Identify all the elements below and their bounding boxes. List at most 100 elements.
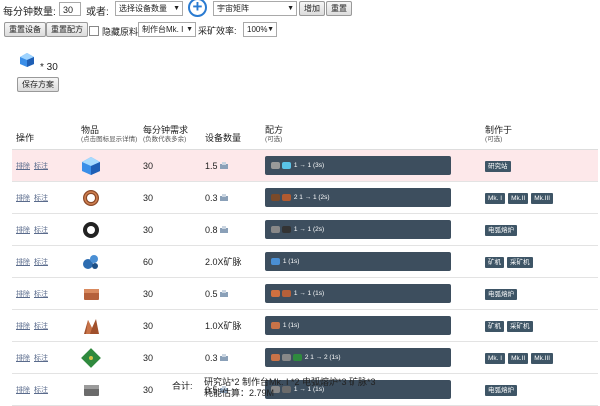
recipe-cell: 2 1 → 2 (1s) [261, 341, 481, 374]
remove-link[interactable]: 排除 [16, 163, 30, 170]
demand-cell: 30 [139, 181, 201, 214]
device-count-cell: 0.3 [201, 181, 261, 214]
count-header: 设备数量 [201, 106, 261, 150]
mark-link[interactable]: 标注 [34, 323, 48, 330]
item-cell [77, 245, 139, 278]
demand-cell: 30 [139, 149, 201, 182]
mark-link[interactable]: 标注 [34, 355, 48, 362]
chevron-down-icon: ▼ [186, 26, 193, 33]
reset-button[interactable]: 重置 [326, 1, 352, 16]
remove-link[interactable]: 排除 [16, 387, 30, 394]
remove-link[interactable]: 排除 [16, 355, 30, 362]
item-cell [77, 373, 139, 406]
iron-icon[interactable] [81, 380, 101, 400]
remove-link[interactable]: 排除 [16, 323, 30, 330]
mark-link[interactable]: 标注 [34, 163, 48, 170]
made-in-cell: 电弧熔炉 [481, 373, 598, 406]
table-row: 排除 标注 30 0.5 1 → 1 (1s) 电弧熔炉 [12, 277, 598, 310]
op-cell: 排除 标注 [12, 181, 77, 214]
table-header: 操作 物品 (点击图标显示详情) 每分钟需求 (负数代表多余) 设备数量 配方 (可选… [12, 106, 598, 150]
copperore-icon[interactable] [81, 316, 101, 336]
hide-raw-label: 隐藏原料 [102, 27, 139, 37]
mark-link[interactable]: 标注 [34, 195, 48, 202]
or-label: 或者: [86, 7, 109, 18]
building-option[interactable]: 电弧熔炉 [485, 288, 517, 300]
building-option[interactable]: Mk.III [531, 192, 554, 204]
recipe-select[interactable]: 2 1 → 1 (2s) [265, 188, 451, 207]
mining-eff-select[interactable]: 100% ▼ [243, 22, 277, 37]
building-option[interactable]: Mk.II [508, 192, 529, 204]
building-option[interactable]: 采矿机 [507, 320, 533, 332]
chevron-down-icon: ▼ [267, 26, 274, 33]
cube-icon[interactable] [81, 156, 101, 176]
table-row: 排除 标注 30 1.0X矿脉 1 (1s) 矿机 采矿机 [12, 309, 598, 342]
mark-link[interactable]: 标注 [34, 291, 48, 298]
table-row: 排除 标注 30 1.5 1 → 1 (3s) 研究站 [12, 149, 598, 182]
mark-link[interactable]: 标注 [34, 387, 48, 394]
coil-icon[interactable] [81, 188, 101, 208]
hide-raw-checkbox[interactable] [89, 26, 99, 36]
recipe-select[interactable]: 1 (1s) [265, 252, 451, 271]
made-in-cell: Mk. I Mk.II Mk.III [481, 181, 598, 214]
building-option[interactable]: Mk.II [508, 352, 529, 364]
universe-matrix-icon[interactable] [19, 52, 35, 68]
made-in-cell: 电弧熔炉 [481, 213, 598, 246]
building-option[interactable]: 采矿机 [507, 256, 533, 268]
reset-device-button[interactable]: 重置设备 [4, 22, 46, 37]
copper-icon[interactable] [81, 284, 101, 304]
item-header: 物品 (点击图标显示详情) [77, 106, 139, 150]
building-option[interactable]: Mk.III [531, 352, 554, 364]
made-in-cell: 研究站 [481, 149, 598, 182]
ore-icon[interactable] [81, 252, 101, 272]
made-in-cell: Mk. I Mk.II Mk.III [481, 341, 598, 374]
recipe-select[interactable]: 1 → 1 (1s) [265, 284, 451, 303]
per-minute-label: 每分钟数量: [3, 7, 56, 18]
per-minute-input[interactable]: 30 [59, 2, 81, 16]
made-in-header: 制作于 (可选) [481, 106, 598, 150]
machine-icon [219, 354, 228, 362]
remove-link[interactable]: 排除 [16, 227, 30, 234]
product-select[interactable]: 宇宙矩阵 ▼ [213, 1, 297, 16]
demand-cell: 30 [139, 309, 201, 342]
recipe-select[interactable]: 1 → 1 (2s) [265, 220, 451, 239]
demand-cell: 30 [139, 277, 201, 310]
board-icon[interactable] [81, 347, 101, 368]
device-count-cell: 2.0X矿脉 [201, 245, 261, 278]
magnet-icon[interactable] [81, 220, 101, 240]
made-in-cell: 电弧熔炉 [481, 277, 598, 310]
building-option[interactable]: Mk. I [485, 192, 506, 204]
add-circle-icon[interactable]: + [188, 0, 207, 17]
add-button[interactable]: 增加 [299, 1, 325, 16]
remove-link[interactable]: 排除 [16, 291, 30, 298]
remove-link[interactable]: 排除 [16, 259, 30, 266]
building-option[interactable]: 研究站 [485, 160, 511, 172]
building-option[interactable]: 电弧熔炉 [485, 224, 517, 236]
machine-icon [219, 226, 228, 234]
table-row: 排除 标注 30 0.3 2 1 → 2 (1s) Mk. I Mk.II Mk.III [12, 341, 598, 374]
item-cell [77, 181, 139, 214]
building-option[interactable]: 矿机 [485, 320, 504, 332]
save-plan-button[interactable]: 保存方案 [17, 77, 59, 92]
device-count-cell: 0.5 [201, 277, 261, 310]
device-count-select[interactable]: 选择设备数量 ▼ [115, 1, 183, 16]
production-table: 操作 物品 (点击图标显示详情) 每分钟需求 (负数代表多余) 设备数量 配方 (可选… [12, 106, 598, 406]
machine-icon [219, 290, 228, 298]
recipe-select[interactable]: 2 1 → 2 (1s) [265, 348, 451, 367]
building-option[interactable]: 矿机 [485, 256, 504, 268]
machine-icon [219, 162, 228, 170]
total-summary: 研究站*2 制作台Mk. I *2 电弧熔炉*3 矿脉*3 耗能估算：2.79M [204, 377, 376, 399]
mark-link[interactable]: 标注 [34, 259, 48, 266]
recipe-select[interactable]: 1 → 1 (3s) [265, 156, 451, 175]
item-cell [77, 277, 139, 310]
item-cell [77, 341, 139, 374]
remove-link[interactable]: 排除 [16, 195, 30, 202]
chevron-down-icon: ▼ [173, 5, 180, 12]
building-option[interactable]: Mk. I [485, 352, 506, 364]
reset-recipe-button[interactable]: 重置配方 [46, 22, 88, 37]
total-buildings: 研究站*2 制作台Mk. I *2 电弧熔炉*3 矿脉*3 [204, 377, 376, 387]
mark-link[interactable]: 标注 [34, 227, 48, 234]
building-option[interactable]: 电弧熔炉 [485, 384, 517, 396]
recipe-select[interactable]: 1 (1s) [265, 316, 451, 335]
device-count-cell: 0.8 [201, 213, 261, 246]
workshop-select[interactable]: 制作台Mk. I ▼ [138, 22, 196, 37]
